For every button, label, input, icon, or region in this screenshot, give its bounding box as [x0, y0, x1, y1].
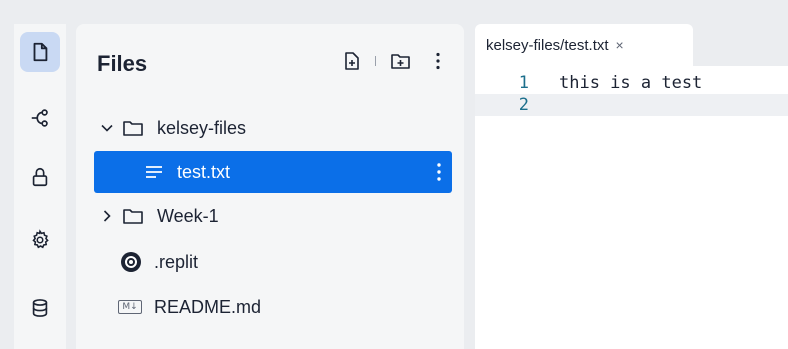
- new-file-button[interactable]: [342, 51, 362, 71]
- tree-file-readme[interactable]: M↓ README.md: [94, 286, 452, 328]
- tree-folder-kelsey-files[interactable]: kelsey-files: [94, 107, 452, 149]
- git-icon: [31, 109, 48, 127]
- tree-folder-week-1[interactable]: Week-1: [94, 195, 452, 237]
- kebab-icon: [436, 52, 440, 70]
- files-panel: Files kelsey-files test.txt Week-1 .repl…: [76, 24, 464, 349]
- editor-tabbar: kelsey-files/test.txt ×: [475, 24, 788, 66]
- kebab-icon: [437, 163, 441, 181]
- tree-item-label: README.md: [154, 296, 262, 317]
- editor-tab[interactable]: kelsey-files/test.txt ×: [475, 24, 693, 66]
- tree-item-label: Week-1: [157, 205, 219, 226]
- settings-rail-button[interactable]: [20, 220, 60, 260]
- tree-file-replit[interactable]: .replit: [94, 241, 452, 283]
- icon-rail: [14, 24, 66, 349]
- text-file-icon: [145, 165, 163, 179]
- tree-item-label: .replit: [154, 251, 199, 272]
- editor-tab-label: kelsey-files/test.txt: [486, 36, 609, 54]
- folder-icon: [123, 208, 143, 224]
- database-rail-button[interactable]: [20, 288, 60, 328]
- tree-file-test-txt[interactable]: test.txt: [94, 151, 452, 193]
- chevron-right-icon: [98, 207, 116, 225]
- close-tab-icon[interactable]: ×: [616, 37, 624, 53]
- new-folder-icon: [390, 54, 410, 69]
- code-line[interactable]: 1 this is a test: [475, 72, 788, 94]
- files-rail-button[interactable]: [20, 32, 60, 72]
- secrets-rail-button[interactable]: [20, 157, 60, 197]
- replit-config-icon: [120, 251, 142, 273]
- file-icon: [33, 42, 48, 62]
- tree-item-label: kelsey-files: [157, 117, 247, 138]
- folder-icon: [123, 120, 143, 136]
- files-panel-title: Files: [97, 51, 148, 76]
- version-control-rail-button[interactable]: [20, 98, 60, 138]
- header-divider: [375, 56, 376, 66]
- line-number: 1: [518, 73, 529, 93]
- gear-icon: [32, 229, 49, 249]
- tree-item-label: test.txt: [177, 161, 231, 182]
- database-icon: [32, 299, 48, 317]
- editor-pane[interactable]: kelsey-files/test.txt × 1 this is a test…: [475, 24, 788, 349]
- new-folder-button[interactable]: [390, 51, 410, 71]
- code-line-current[interactable]: 2: [475, 94, 788, 116]
- markdown-icon: M↓: [118, 300, 142, 314]
- new-file-icon: [345, 52, 359, 70]
- file-options-button[interactable]: [436, 162, 442, 182]
- line-text: this is a test: [559, 73, 703, 93]
- lock-icon: [32, 167, 48, 187]
- chevron-down-icon: [98, 119, 116, 137]
- files-menu-button[interactable]: [428, 51, 448, 71]
- line-number: 2: [518, 95, 529, 115]
